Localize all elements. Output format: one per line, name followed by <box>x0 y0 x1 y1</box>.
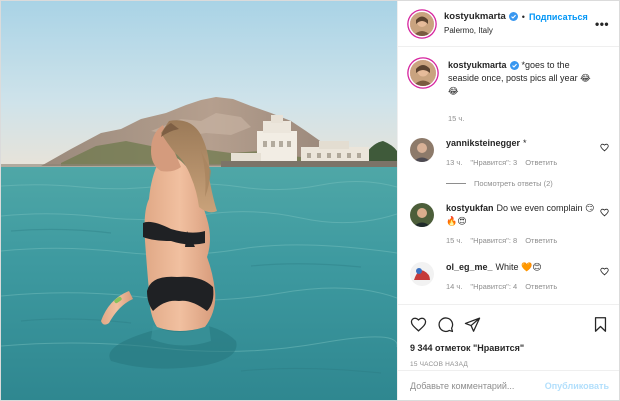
comment-input[interactable] <box>410 380 545 391</box>
comment-time[interactable]: 15 ч. <box>446 234 462 247</box>
heart-icon[interactable] <box>600 208 609 217</box>
action-icons <box>410 313 609 335</box>
replies-line <box>446 183 466 184</box>
share-icon[interactable] <box>464 316 481 333</box>
seaside-photo <box>1 1 397 400</box>
caption-avatar[interactable] <box>410 60 436 86</box>
comment-author[interactable]: ol_eg_me_ <box>446 262 493 272</box>
comment-likes[interactable]: "Нравится": 3 <box>470 156 517 169</box>
comment-text: * <box>523 138 527 148</box>
comment-meta: 13 ч. "Нравится": 3 Ответить <box>446 156 595 169</box>
caption-time[interactable]: 15 ч. <box>448 112 595 125</box>
post-caption: kostyukmarta *goes to the seaside once, p… <box>410 59 609 125</box>
caption-author[interactable]: kostyukmarta <box>448 60 507 70</box>
comment-author[interactable]: kostyukfan <box>446 203 494 213</box>
likes-count[interactable]: 9 344 отметок "Нравится" <box>410 343 609 353</box>
comment-item: ol_eg_me_ White 🧡😊 14 ч. "Нравится": 4 От… <box>410 261 609 293</box>
comment-item: yanniksteinegger * 13 ч. "Нравится": 3 От… <box>410 137 609 169</box>
comment-body: kostyukfan Do we even complain 😏🔥😍 15 ч. … <box>446 202 609 247</box>
comment-meta: 14 ч. "Нравится": 4 Ответить <box>446 280 595 293</box>
heart-icon[interactable] <box>600 267 609 276</box>
post-sidebar: kostyukmarta • Подписаться Palermo, Ital… <box>397 1 619 400</box>
reply-button[interactable]: Ответить <box>525 280 557 293</box>
caption-body: kostyukmarta *goes to the seaside once, p… <box>448 59 609 125</box>
verified-badge-icon <box>509 61 519 71</box>
add-comment-bar: Опубликовать <box>398 370 619 400</box>
commenter-avatar[interactable] <box>410 203 434 227</box>
comment-meta: 15 ч. "Нравится": 8 Ответить <box>446 234 595 247</box>
view-replies[interactable]: Посмотреть ответы (2) <box>446 179 609 188</box>
publish-button[interactable]: Опубликовать <box>545 381 609 391</box>
commenter-avatar[interactable] <box>410 262 434 286</box>
comment-author[interactable]: yanniksteinegger <box>446 138 520 148</box>
follow-button[interactable]: Подписаться <box>529 10 588 24</box>
post-location[interactable]: Palermo, Italy <box>444 24 595 38</box>
comment-likes[interactable]: "Нравится": 8 <box>470 234 517 247</box>
reply-button[interactable]: Ответить <box>525 234 557 247</box>
comments-list[interactable]: kostyukmarta *goes to the seaside once, p… <box>398 47 619 304</box>
post-photo[interactable] <box>1 1 397 400</box>
header-text: kostyukmarta • Подписаться Palermo, Ital… <box>444 10 595 38</box>
post-actions: 9 344 отметок "Нравится" 15 ЧАСОВ НАЗАД … <box>398 304 619 400</box>
bookmark-icon[interactable] <box>592 316 609 333</box>
comment-body: yanniksteinegger * 13 ч. "Нравится": 3 От… <box>446 137 609 169</box>
author-avatar[interactable] <box>410 11 434 36</box>
comment-icon[interactable] <box>437 316 454 333</box>
comment-text: White 🧡😊 <box>495 262 542 272</box>
heart-icon[interactable] <box>410 316 427 333</box>
comment-time[interactable]: 14 ч. <box>446 280 462 293</box>
header-dot: • <box>521 11 525 22</box>
view-replies-label[interactable]: Посмотреть ответы (2) <box>474 179 553 188</box>
posted-time[interactable]: 15 ЧАСОВ НАЗАД <box>410 361 609 368</box>
author-username[interactable]: kostyukmarta <box>444 10 506 24</box>
post-header: kostyukmarta • Подписаться Palermo, Ital… <box>398 1 619 47</box>
comment-body: ol_eg_me_ White 🧡😊 14 ч. "Нравится": 4 От… <box>446 261 609 293</box>
heart-icon[interactable] <box>600 143 609 152</box>
instagram-post: kostyukmarta • Подписаться Palermo, Ital… <box>0 0 620 401</box>
comment-time[interactable]: 13 ч. <box>446 156 462 169</box>
more-options-icon[interactable]: ••• <box>595 17 609 31</box>
reply-button[interactable]: Ответить <box>525 156 557 169</box>
comment-item: kostyukfan Do we even complain 😏🔥😍 15 ч. … <box>410 202 609 247</box>
commenter-avatar[interactable] <box>410 138 434 162</box>
verified-badge-icon <box>508 12 518 21</box>
comment-likes[interactable]: "Нравится": 4 <box>470 280 517 293</box>
